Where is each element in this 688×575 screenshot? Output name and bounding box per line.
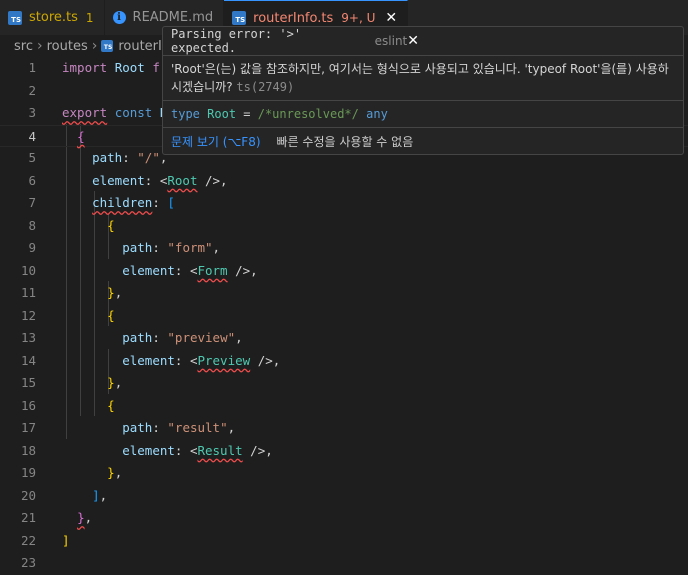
code-line: 20 ], xyxy=(20,487,108,503)
tab-label: store.ts xyxy=(29,10,78,25)
close-icon[interactable]: ✕ xyxy=(407,33,419,49)
breadcrumb-item-src[interactable]: src xyxy=(14,39,33,54)
code-line: 17 path: "result", xyxy=(20,420,236,435)
chevron-right-icon: › xyxy=(91,38,98,54)
breadcrumb-item-routes[interactable]: routes xyxy=(47,39,88,54)
code-line: 8 { xyxy=(28,217,115,233)
error-code: ts(2749) xyxy=(236,80,295,94)
code-line: 23 xyxy=(20,555,36,570)
ts-file-icon: TS xyxy=(101,40,114,52)
type-signature: type Root = /*unresolved*/ any xyxy=(163,101,683,128)
ts-file-icon: TS xyxy=(232,11,247,25)
code-line: 12 { xyxy=(20,307,115,323)
code-line: 22] xyxy=(20,532,70,548)
code-line: 14 element: <Preview />, xyxy=(20,352,281,368)
ts-file-icon: TS xyxy=(8,10,22,25)
hover-actions: 문제 보기 (⌥F8) 빠른 수정을 사용할 수 없음 xyxy=(163,128,683,154)
code-line: 10 element: <Form />, xyxy=(20,262,258,278)
error-source: eslint xyxy=(374,34,408,48)
code-line: 6 element: <Root />, xyxy=(28,172,228,188)
chevron-right-icon: › xyxy=(36,38,43,54)
code-line: 19 }, xyxy=(20,465,123,480)
problem-count-badge: 1 xyxy=(85,10,94,25)
close-icon[interactable]: ✕ xyxy=(385,10,397,26)
breadcrumb-item-file[interactable]: routerI xyxy=(118,39,162,54)
hover-ts-error: 'Root'은(는) 값을 참조하지만, 여기서는 형식으로 사용되고 있습니다… xyxy=(163,56,683,101)
code-line: 15 }, xyxy=(20,375,123,390)
problem-count-badge: 9+, U xyxy=(341,11,376,25)
code-line: 16 { xyxy=(20,397,115,413)
quick-fix-unavailable: 빠른 수정을 사용할 수 없음 xyxy=(276,134,414,149)
code-line: 18 element: <Result />, xyxy=(20,442,273,458)
tab-label: README.md xyxy=(132,10,214,25)
code-line: 21 }, xyxy=(20,510,93,525)
code-line: 11 }, xyxy=(20,285,123,300)
tab-store-ts[interactable]: TS store.ts 1 xyxy=(0,0,105,35)
view-problem-link[interactable]: 문제 보기 (⌥F8) xyxy=(171,133,261,150)
code-line: 13 path: "preview", xyxy=(20,330,243,345)
hover-eslint-error: Parsing error: '>' expected. eslint ✕ xyxy=(163,27,683,56)
code-line: 7 children: [ xyxy=(28,195,175,210)
code-line: 9 path: "form", xyxy=(28,240,221,255)
hover-tooltip: Parsing error: '>' expected. eslint ✕ 'R… xyxy=(162,26,684,155)
tab-label: routerInfo.ts xyxy=(253,10,334,26)
error-message: Parsing error: '>' expected. xyxy=(171,27,302,55)
info-icon: i xyxy=(112,11,126,24)
